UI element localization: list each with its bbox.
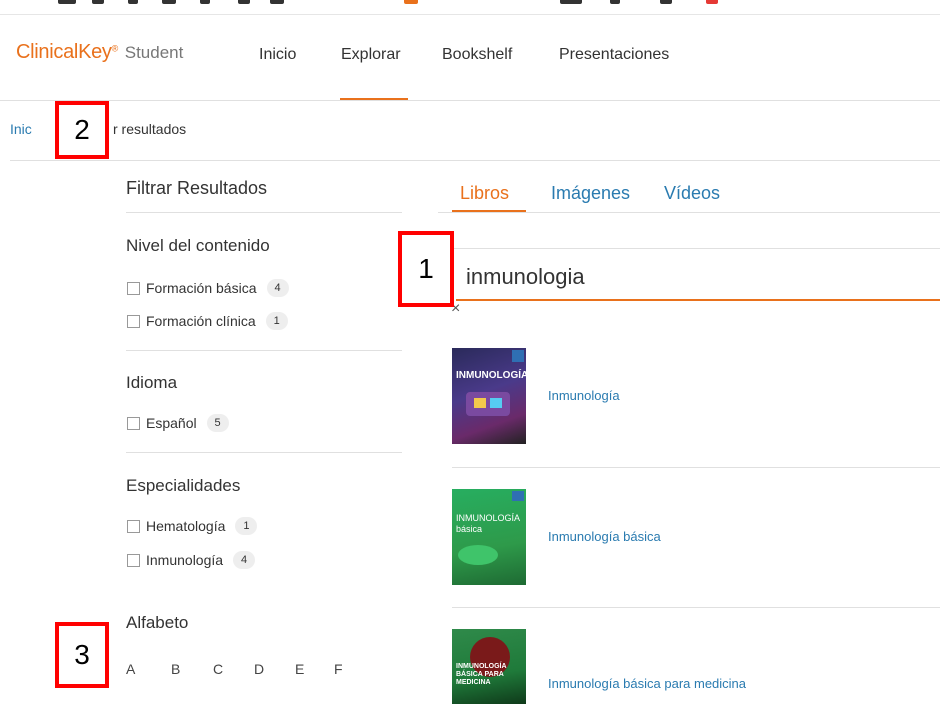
- filter-divider: [126, 452, 402, 453]
- header-divider: [0, 100, 940, 101]
- cover-art: [490, 398, 502, 408]
- book-cover[interactable]: INMUNOLOGÍA BÁSICA PARA MEDICINA: [452, 629, 526, 704]
- annotation-marker-1: 1: [398, 231, 454, 307]
- book-cover[interactable]: INMUNOLOGÍA básica: [452, 489, 526, 585]
- app-header: ClinicalKey® Student Inicio Explorar Boo…: [0, 15, 940, 100]
- filter-option-label: Formación básica: [146, 280, 257, 296]
- filter-option-label: Inmunología: [146, 552, 224, 568]
- count-badge: 4: [233, 551, 256, 569]
- cover-art: [474, 398, 486, 408]
- filter-option-label: Formación clínica: [146, 313, 256, 329]
- breadcrumb: Inic r resultados: [10, 121, 186, 137]
- filter-option-label: Hematología: [146, 518, 226, 534]
- alphabet-letter-e[interactable]: E: [295, 661, 304, 677]
- breadcrumb-home-link[interactable]: Inic: [10, 121, 32, 137]
- checkbox[interactable]: [127, 281, 140, 295]
- nav-presentaciones[interactable]: Presentaciones: [559, 46, 669, 64]
- filter-group-title-nivel: Nivel del contenido: [126, 236, 270, 255]
- breadcrumb-current: r resultados: [113, 121, 187, 137]
- filter-group-title-idioma: Idioma: [126, 373, 178, 392]
- result-item: INMUNOLOGÍA BÁSICA PARA MEDICINA Inmunol…: [452, 629, 940, 704]
- count-badge: 5: [206, 414, 229, 432]
- count-badge: 1: [265, 312, 288, 330]
- logo-registered-mark: ®: [111, 43, 119, 54]
- checkbox[interactable]: [127, 314, 140, 328]
- alphabet-letter-f[interactable]: F: [334, 661, 343, 677]
- search-input[interactable]: [456, 256, 940, 298]
- cover-badge: [512, 350, 524, 362]
- result-divider: [452, 607, 940, 608]
- result-title-link[interactable]: Inmunología: [548, 388, 620, 403]
- tab-imagenes[interactable]: Imágenes: [551, 183, 630, 204]
- filter-option-inmunologia[interactable]: Inmunología 4: [127, 551, 256, 569]
- checkbox[interactable]: [127, 416, 140, 430]
- filter-option-label: Español: [146, 415, 197, 431]
- alphabet-letter-b[interactable]: B: [171, 661, 180, 677]
- count-badge: 1: [235, 517, 258, 535]
- cover-title: INMUNOLOGÍA básica: [456, 513, 520, 534]
- count-badge: 4: [266, 279, 289, 297]
- clinicalkey-logo[interactable]: ClinicalKey® Student: [16, 41, 183, 64]
- cover-art: [466, 392, 510, 416]
- top-cutoff-strip: [0, 0, 940, 8]
- cover-art: [458, 545, 498, 565]
- filter-option-hematologia[interactable]: Hematología 1: [127, 517, 258, 535]
- nav-inicio[interactable]: Inicio: [259, 46, 296, 64]
- alphabet-letter-c[interactable]: C: [213, 661, 223, 677]
- annotation-marker-3: 3: [55, 622, 109, 688]
- search-underline: [456, 299, 940, 301]
- filter-option-espanol[interactable]: Español 5: [127, 414, 229, 432]
- alphabet-letter-a[interactable]: A: [126, 661, 135, 677]
- filter-divider: [126, 350, 402, 351]
- logo-suffix: Student: [124, 43, 184, 62]
- logo-brand: ClinicalKey: [16, 41, 112, 63]
- result-divider: [452, 467, 940, 468]
- nav-bookshelf[interactable]: Bookshelf: [442, 46, 512, 64]
- book-cover[interactable]: INMUNOLOGÍA: [452, 348, 526, 444]
- filter-group-title-alfabeto: Alfabeto: [126, 613, 189, 632]
- cover-title: INMUNOLOGÍA: [456, 370, 526, 381]
- tab-videos[interactable]: Vídeos: [664, 183, 720, 204]
- filter-title: Filtrar Resultados: [126, 178, 268, 198]
- search-divider: [438, 248, 940, 249]
- cover-badge: [512, 491, 524, 501]
- checkbox[interactable]: [127, 519, 140, 533]
- alphabet-letter-d[interactable]: D: [254, 661, 264, 677]
- result-title-link[interactable]: Inmunología básica para medicina: [548, 676, 746, 691]
- tab-libros[interactable]: Libros: [460, 183, 509, 204]
- result-item: INMUNOLOGÍA Inmunología: [452, 348, 940, 444]
- filter-option-formacion-clinica[interactable]: Formación clínica 1: [127, 312, 288, 330]
- filter-divider: [126, 212, 402, 213]
- breadcrumb-divider: [10, 160, 940, 161]
- result-item: INMUNOLOGÍA básica Inmunología básica: [452, 489, 940, 585]
- nav-explorar[interactable]: Explorar: [341, 46, 401, 64]
- result-title-link[interactable]: Inmunología básica: [548, 529, 661, 544]
- filter-group-title-especialidades: Especialidades: [126, 476, 241, 495]
- tabs-divider: [438, 212, 940, 213]
- cover-title: INMUNOLOGÍA BÁSICA PARA MEDICINA: [456, 663, 507, 686]
- checkbox[interactable]: [127, 553, 140, 567]
- annotation-marker-2: 2: [55, 101, 109, 159]
- filter-option-formacion-basica[interactable]: Formación básica 4: [127, 279, 289, 297]
